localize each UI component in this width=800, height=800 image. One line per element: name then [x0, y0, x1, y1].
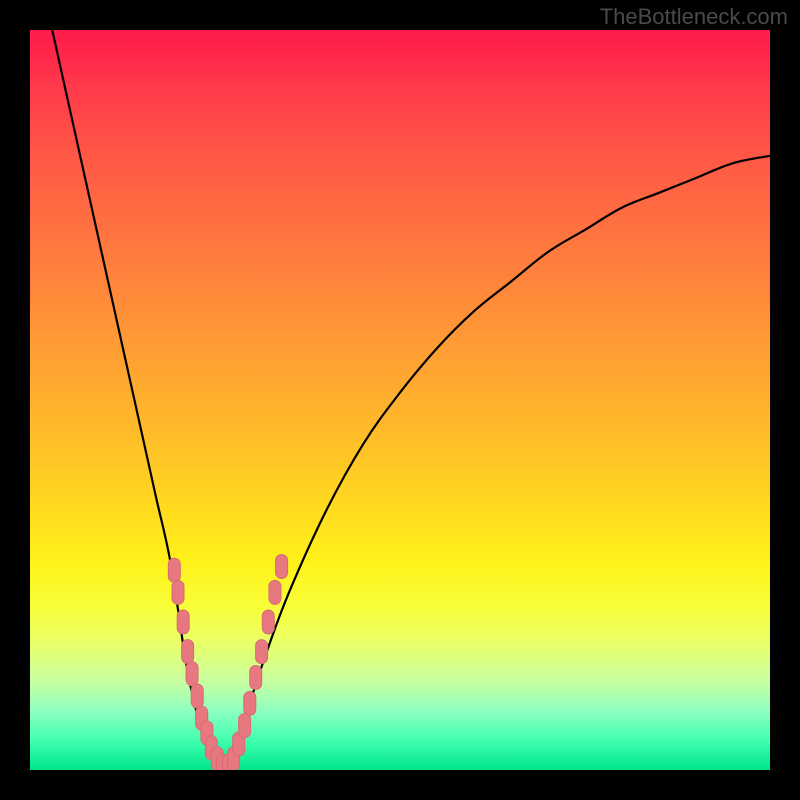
chart-svg	[30, 30, 770, 770]
valley-marker	[239, 714, 251, 738]
curve-right	[222, 156, 770, 770]
valley-marker	[256, 640, 268, 664]
valley-markers	[168, 555, 287, 771]
valley-marker	[269, 580, 281, 604]
valley-marker	[276, 555, 288, 579]
valley-marker	[168, 558, 180, 582]
curve-left	[52, 30, 222, 770]
valley-marker	[177, 610, 189, 634]
valley-marker	[262, 610, 274, 634]
valley-marker	[250, 666, 262, 690]
valley-marker	[244, 691, 256, 715]
plot-area	[30, 30, 770, 770]
outer-frame: TheBottleneck.com	[0, 0, 800, 800]
valley-marker	[186, 662, 198, 686]
valley-marker	[191, 684, 203, 708]
valley-marker	[182, 640, 194, 664]
valley-marker	[172, 580, 184, 604]
watermark-text: TheBottleneck.com	[600, 4, 788, 30]
